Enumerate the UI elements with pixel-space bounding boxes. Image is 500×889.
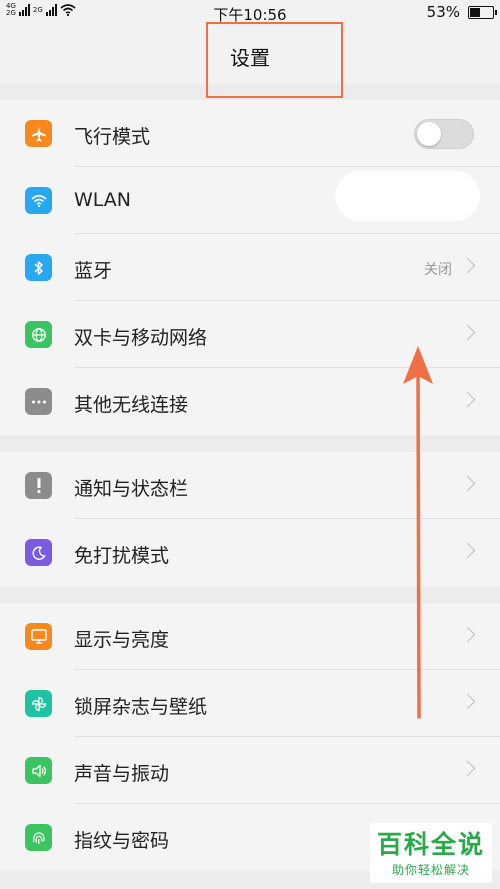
battery-icon bbox=[468, 5, 497, 19]
page-header: 设置 bbox=[0, 24, 500, 84]
settings-item-label: 声音与振动 bbox=[74, 763, 170, 785]
battery-percent: 53% bbox=[426, 3, 460, 21]
chevron-right-icon bbox=[459, 324, 476, 341]
settings-item-dual-sim-network[interactable]: 双卡与移动网络 bbox=[0, 301, 500, 368]
speaker-icon bbox=[25, 757, 52, 784]
watermark-logo: 百科全说 助你轻松解决 bbox=[370, 823, 492, 883]
chevron-right-icon bbox=[459, 475, 476, 492]
chevron-right-icon bbox=[459, 760, 476, 777]
settings-item-airplane-mode[interactable]: 飞行模式 bbox=[0, 100, 500, 167]
settings-item-label: 免打扰模式 bbox=[74, 545, 170, 567]
bluetooth-status: 关闭 bbox=[424, 262, 452, 278]
settings-group-connections: 飞行模式 WLAN 蓝牙 关闭 双卡与移动网络 其他无线连接 bbox=[0, 100, 500, 435]
pinwheel-icon bbox=[25, 690, 52, 717]
page-title: 设置 bbox=[230, 46, 270, 70]
settings-item-label: 通知与状态栏 bbox=[74, 478, 189, 500]
moon-icon bbox=[25, 539, 52, 566]
settings-item-label: 飞行模式 bbox=[74, 126, 151, 148]
clock: 下午10:56 bbox=[213, 6, 287, 24]
exclamation-icon bbox=[25, 472, 52, 499]
globe-icon bbox=[25, 321, 52, 348]
wifi-icon bbox=[25, 187, 52, 214]
more-dots-icon bbox=[25, 388, 52, 415]
airplane-icon bbox=[25, 120, 52, 147]
settings-item-label: 锁屏杂志与壁纸 bbox=[74, 696, 208, 718]
settings-item-label: WLAN bbox=[74, 189, 132, 211]
settings-item-label: 显示与亮度 bbox=[74, 629, 170, 651]
settings-item-lockscreen-wallpaper[interactable]: 锁屏杂志与壁纸 bbox=[0, 670, 500, 737]
settings-group-notifications: 通知与状态栏 免打扰模式 bbox=[0, 452, 500, 586]
airplane-mode-toggle[interactable] bbox=[414, 119, 474, 149]
settings-item-label: 双卡与移动网络 bbox=[74, 327, 208, 349]
watermark-subtitle: 助你轻松解决 bbox=[391, 863, 470, 877]
chevron-right-icon bbox=[459, 626, 476, 643]
chevron-right-icon bbox=[459, 693, 476, 710]
settings-item-bluetooth[interactable]: 蓝牙 关闭 bbox=[0, 234, 500, 301]
settings-item-display-brightness[interactable]: 显示与亮度 bbox=[0, 603, 500, 670]
settings-item-label: 蓝牙 bbox=[74, 260, 113, 282]
settings-item-do-not-disturb[interactable]: 免打扰模式 bbox=[0, 519, 500, 586]
bluetooth-icon bbox=[25, 254, 52, 281]
settings-item-notifications-status-bar[interactable]: 通知与状态栏 bbox=[0, 452, 500, 519]
settings-item-wlan[interactable]: WLAN bbox=[0, 167, 500, 234]
display-icon bbox=[25, 623, 52, 650]
redaction-blob bbox=[335, 171, 480, 221]
settings-item-label: 其他无线连接 bbox=[74, 394, 189, 416]
settings-item-other-wireless[interactable]: 其他无线连接 bbox=[0, 368, 500, 435]
chevron-right-icon bbox=[459, 391, 476, 408]
fingerprint-icon bbox=[25, 824, 52, 851]
settings-item-sound-vibration[interactable]: 声音与振动 bbox=[0, 737, 500, 804]
status-bar: 4G 2G 2G 下午10:56 53% bbox=[0, 0, 500, 24]
chevron-right-icon bbox=[459, 542, 476, 559]
settings-item-label: 指纹与密码 bbox=[74, 830, 170, 852]
watermark-title: 百科全说 bbox=[376, 830, 485, 859]
chevron-right-icon bbox=[459, 257, 476, 274]
